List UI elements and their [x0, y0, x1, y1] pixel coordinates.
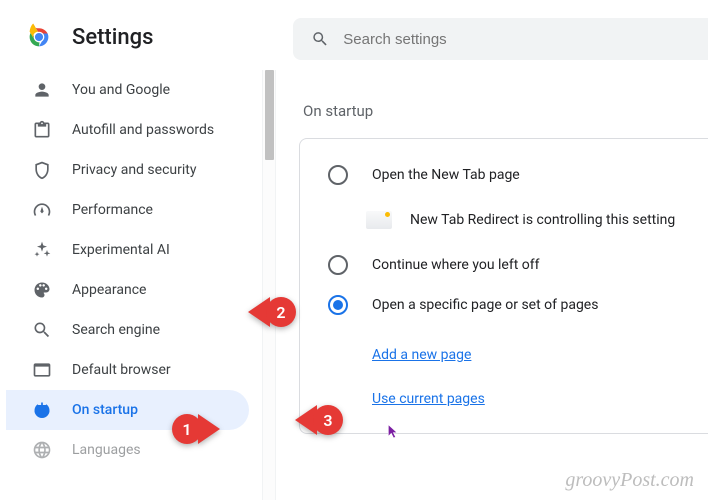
browser-icon [32, 360, 52, 380]
sidebar-item-performance[interactable]: Performance [6, 190, 249, 230]
add-new-page-link[interactable]: Add a new page [328, 341, 698, 369]
sidebar: You and Google Autofill and passwords Pr… [0, 70, 285, 470]
info-text: New Tab Redirect is controlling this set… [410, 212, 675, 228]
annotation-callout-2: 2 [248, 297, 296, 327]
sidebar-item-label: Privacy and security [72, 162, 196, 178]
sidebar-item-label: Autofill and passwords [72, 122, 214, 138]
sidebar-item-autofill[interactable]: Autofill and passwords [6, 110, 249, 150]
sidebar-scrollbar[interactable] [262, 70, 276, 500]
speedometer-icon [32, 200, 52, 220]
settings-header: Settings [0, 0, 285, 70]
sidebar-item-privacy[interactable]: Privacy and security [6, 150, 249, 190]
startup-card: Open the New Tab page New Tab Redirect i… [299, 138, 708, 434]
sidebar-item-label: Search engine [72, 322, 160, 338]
globe-icon [32, 440, 52, 460]
clipboard-icon [32, 120, 52, 140]
radio-icon [328, 165, 348, 185]
option-continue[interactable]: Continue where you left off [328, 245, 698, 285]
sidebar-item-experimental-ai[interactable]: Experimental AI [6, 230, 249, 270]
sidebar-item-appearance[interactable]: Appearance [6, 270, 249, 310]
cursor-icon [383, 421, 401, 443]
option-label: Open the New Tab page [372, 167, 520, 183]
search-icon [311, 29, 329, 49]
sidebar-item-default-browser[interactable]: Default browser [6, 350, 249, 390]
search-icon [32, 320, 52, 340]
option-specific-page[interactable]: Open a specific page or set of pages [328, 285, 698, 325]
search-bar[interactable] [293, 18, 708, 60]
option-label: Open a specific page or set of pages [372, 297, 598, 313]
person-icon [32, 80, 52, 100]
shield-icon [32, 160, 52, 180]
sidebar-item-label: On startup [72, 402, 138, 418]
radio-icon [328, 255, 348, 275]
page-title: Settings [72, 25, 153, 50]
use-current-pages-link[interactable]: Use current pages [328, 385, 698, 413]
palette-icon [32, 280, 52, 300]
option-label: Continue where you left off [372, 257, 540, 273]
power-icon [32, 400, 52, 420]
sidebar-item-label: Languages [72, 442, 141, 458]
extension-info-row: New Tab Redirect is controlling this set… [328, 195, 698, 245]
sidebar-item-search-engine[interactable]: Search engine [6, 310, 249, 350]
watermark: groovyPost.com [565, 469, 694, 492]
radio-icon-checked [328, 295, 348, 315]
sidebar-item-label: Experimental AI [72, 242, 170, 258]
section-title: On startup [293, 70, 708, 138]
extension-icon [366, 211, 392, 229]
search-input[interactable] [343, 31, 690, 48]
chrome-logo-icon [24, 22, 54, 52]
sidebar-item-label: You and Google [72, 82, 170, 98]
sparkle-icon [32, 240, 52, 260]
annotation-callout-3: 3 [295, 405, 343, 435]
sidebar-item-label: Performance [72, 202, 153, 218]
option-new-tab[interactable]: Open the New Tab page [328, 155, 698, 195]
annotation-callout-1: 1 [172, 414, 220, 444]
sidebar-item-label: Appearance [72, 282, 146, 298]
sidebar-item-you-and-google[interactable]: You and Google [6, 70, 249, 110]
sidebar-item-label: Default browser [72, 362, 171, 378]
